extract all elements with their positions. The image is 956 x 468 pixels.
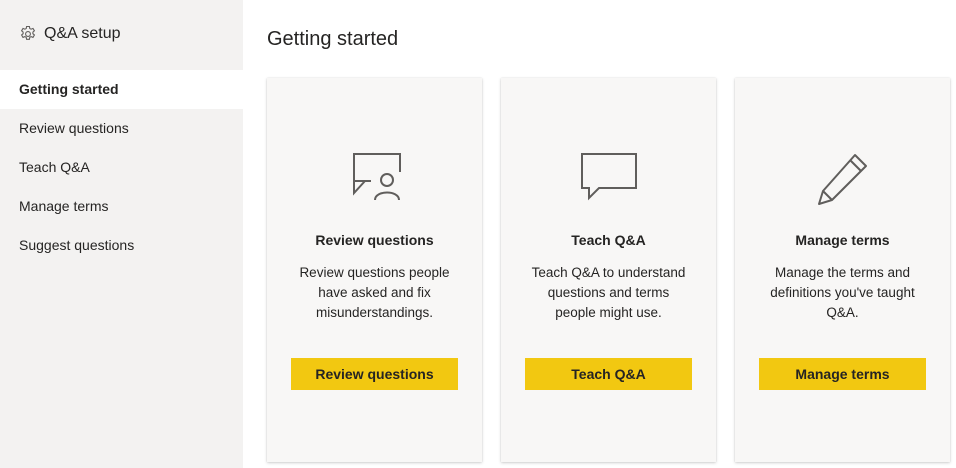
card-title: Teach Q&A [571, 232, 646, 248]
card-title: Review questions [315, 232, 434, 248]
cards-row: Review questions Review questions people… [267, 78, 950, 462]
card-description: Review questions people have asked and f… [299, 265, 450, 320]
nav-item-manage-terms[interactable]: Manage terms [0, 187, 243, 226]
pencil-icon [813, 150, 873, 210]
card-description: Teach Q&A to understand questions and te… [531, 265, 686, 320]
sidebar: Q&A setup Getting started Review questio… [0, 0, 243, 468]
nav-item-review-questions[interactable]: Review questions [0, 109, 243, 148]
sidebar-header: Q&A setup [0, 0, 243, 70]
main-content: Getting started Review questions Review … [243, 0, 956, 468]
page-title: Getting started [267, 28, 399, 50]
card-manage-terms: Manage terms Manage the terms and defini… [735, 78, 950, 462]
nav-item-suggest-questions[interactable]: Suggest questions [0, 226, 243, 265]
nav-item-teach-qa[interactable]: Teach Q&A [0, 148, 243, 187]
gear-icon [19, 25, 37, 43]
qa-setup-window: Q&A setup Getting started Review questio… [0, 0, 956, 468]
review-questions-button[interactable]: Review questions [291, 358, 458, 390]
card-description: Manage the terms and definitions you've … [770, 265, 915, 320]
manage-terms-button[interactable]: Manage terms [759, 358, 926, 390]
card-review-questions: Review questions Review questions people… [267, 78, 482, 462]
sidebar-title: Q&A setup [44, 25, 121, 42]
teach-qa-button[interactable]: Teach Q&A [525, 358, 692, 390]
card-title: Manage terms [795, 232, 890, 248]
card-teach-qa: Teach Q&A Teach Q&A to understand questi… [501, 78, 716, 462]
nav-item-getting-started[interactable]: Getting started [0, 70, 243, 109]
chat-bubble-icon [579, 150, 639, 210]
chat-person-icon [345, 150, 405, 210]
